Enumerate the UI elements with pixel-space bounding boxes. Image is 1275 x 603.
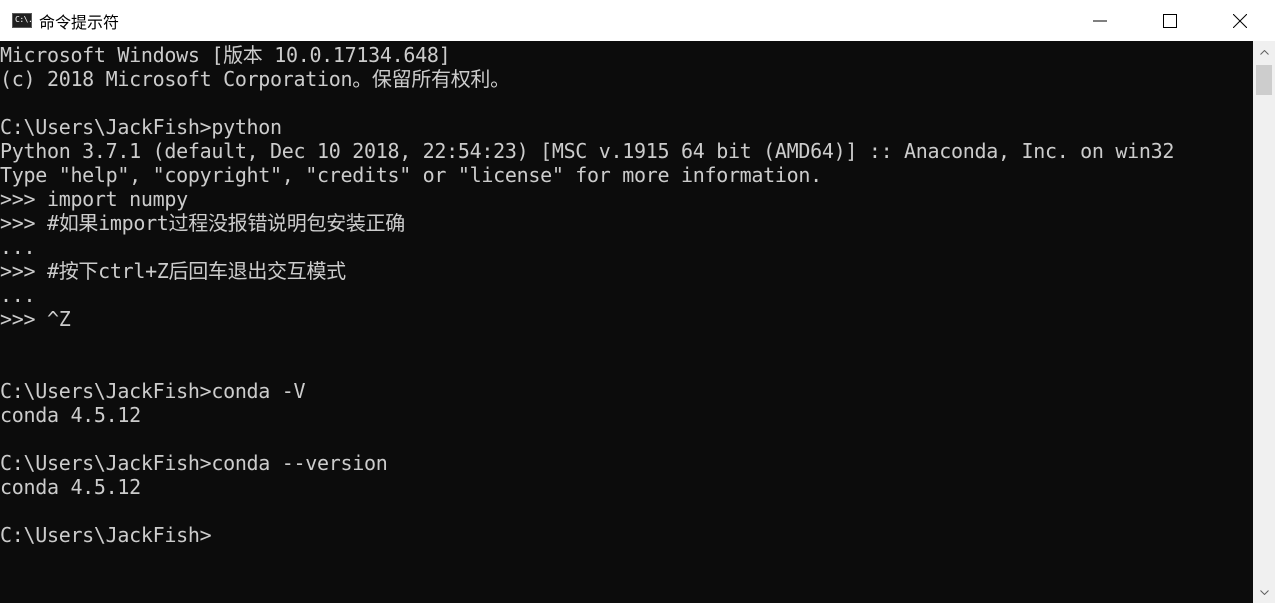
vertical-scrollbar[interactable]: [1253, 41, 1275, 603]
cmd-icon[interactable]: C:\.: [12, 13, 33, 28]
console-output[interactable]: Microsoft Windows [版本 10.0.17134.648] (c…: [0, 41, 1253, 603]
console-line: ...: [0, 283, 36, 307]
console-line: >>> #如果import过程没报错说明包安装正确: [0, 211, 405, 235]
console-line: conda 4.5.12: [0, 403, 141, 427]
console-line: C:\Users\JackFish>conda -V: [0, 379, 306, 403]
arrow-down-icon: [1259, 589, 1269, 595]
maximize-icon: [1163, 13, 1177, 28]
close-icon: [1233, 13, 1247, 28]
console-line: >>> #按下ctrl+Z后回车退出交互模式: [0, 259, 346, 283]
console-line: ...: [0, 235, 36, 259]
console-line: (c) 2018 Microsoft Corporation。保留所有权利。: [0, 67, 510, 91]
minimize-button[interactable]: [1065, 0, 1135, 41]
console-line: >>> ^Z: [0, 307, 71, 331]
arrow-up-icon: [1259, 49, 1269, 55]
cmd-window: C:\. 命令提示符 Microsoft Windows [版本 10.0.17…: [0, 0, 1275, 603]
window-title: 命令提示符: [39, 12, 120, 32]
console-line: >>> import numpy: [0, 187, 188, 211]
console-line: Microsoft Windows [版本 10.0.17134.648]: [0, 43, 451, 67]
console-line: Type "help", "copyright", "credits" or "…: [0, 163, 822, 187]
title-bar[interactable]: C:\. 命令提示符: [0, 0, 1275, 41]
console-line: C:\Users\JackFish>conda --version: [0, 451, 388, 475]
close-button[interactable]: [1205, 0, 1275, 41]
scroll-up-button[interactable]: [1253, 41, 1275, 63]
cmd-icon-text: C:\.: [15, 15, 33, 24]
console-line: conda 4.5.12: [0, 475, 141, 499]
minimize-icon: [1093, 20, 1107, 21]
window-controls: [1065, 0, 1275, 41]
scroll-down-button[interactable]: [1253, 581, 1275, 603]
console-line: C:\Users\JackFish>python: [0, 115, 282, 139]
maximize-button[interactable]: [1135, 0, 1205, 41]
scroll-thumb[interactable]: [1256, 65, 1272, 95]
console-line: C:\Users\JackFish>: [0, 523, 212, 547]
console-line: Python 3.7.1 (default, Dec 10 2018, 22:5…: [0, 139, 1175, 163]
